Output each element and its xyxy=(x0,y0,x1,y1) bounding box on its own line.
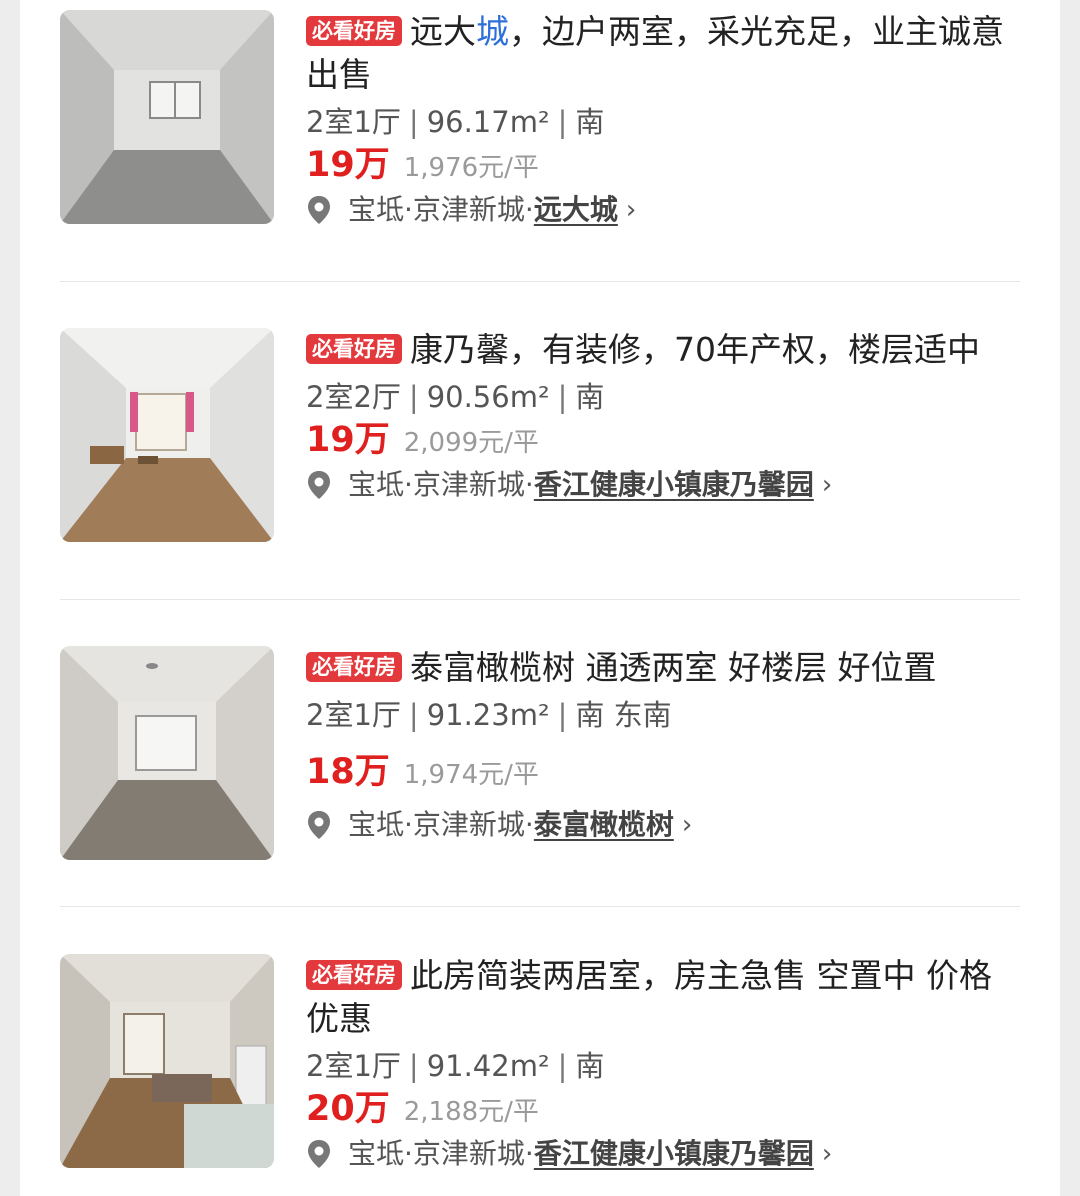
location-link[interactable]: 宝坻·京津新城· 香江健康小镇康乃馨园 › xyxy=(306,1132,1022,1176)
listing-title[interactable]: 必看好房 远大城，边户两室，采光充足，业主诚意出售 xyxy=(306,10,1022,96)
unit-price: 1,976元/平 xyxy=(403,153,539,183)
location-pin-icon xyxy=(308,811,330,839)
price-line: 19万 1,976元/平 xyxy=(306,142,1022,188)
listing-title[interactable]: 必看好房 康乃馨，有装修，70年产权，楼层适中 xyxy=(306,328,1022,371)
community-name[interactable]: 香江健康小镇康乃馨园 xyxy=(534,1132,814,1176)
total-price: 19万 xyxy=(306,145,390,185)
listing-card[interactable]: 必看好房 此房简装两居室，房主急售 空置中 价格优惠 2室1厅 | 91.42m² | 南… xyxy=(60,954,1020,1184)
listing-card[interactable]: 必看好房 远大城，边户两室，采光充足，业主诚意出售 2室1厅 | 96.17m² | 南 … xyxy=(60,10,1020,240)
unit-price: 2,099元/平 xyxy=(403,428,539,458)
must-see-badge: 必看好房 xyxy=(306,16,402,46)
divider xyxy=(60,599,1020,600)
listing-specs: 2室1厅 | 96.17m² | 南 xyxy=(306,105,605,139)
unit-price: 2,188元/平 xyxy=(403,1097,539,1127)
must-see-badge: 必看好房 xyxy=(306,960,402,990)
total-price: 18万 xyxy=(306,752,390,792)
listing-card[interactable]: 必看好房 泰富橄榄树 通透两室 好楼层 好位置 2室1厅 | 91.23m² | 南 东南… xyxy=(60,646,1020,866)
chevron-right-icon: › xyxy=(821,1139,833,1169)
listing-panel: 必看好房 远大城，边户两室，采光充足，业主诚意出售 2室1厅 | 96.17m² | 南 … xyxy=(20,0,1060,1196)
price-line: 20万 2,188元/平 xyxy=(306,1086,1022,1132)
listing-photo[interactable] xyxy=(60,646,274,860)
must-see-badge: 必看好房 xyxy=(306,652,402,682)
listing-photo[interactable] xyxy=(60,10,274,224)
location-link[interactable]: 宝坻·京津新城· 香江健康小镇康乃馨园 › xyxy=(306,463,1022,507)
price-line: 18万 1,974元/平 xyxy=(306,749,1022,795)
listing-photo[interactable] xyxy=(60,954,274,1168)
chevron-right-icon: › xyxy=(625,195,637,225)
location-pin-icon xyxy=(308,471,330,499)
location-pin-icon xyxy=(308,196,330,224)
location-link[interactable]: 宝坻·京津新城· 远大城 › xyxy=(306,188,1022,232)
location-pin-icon xyxy=(308,1140,330,1168)
total-price: 19万 xyxy=(306,420,390,460)
location-link[interactable]: 宝坻·京津新城· 泰富橄榄树 › xyxy=(306,803,1022,847)
total-price: 20万 xyxy=(306,1089,390,1129)
unit-price: 1,974元/平 xyxy=(403,760,539,790)
must-see-badge: 必看好房 xyxy=(306,334,402,364)
listing-title[interactable]: 必看好房 此房简装两居室，房主急售 空置中 价格优惠 xyxy=(306,954,1022,1040)
community-name[interactable]: 香江健康小镇康乃馨园 xyxy=(534,463,814,507)
chevron-right-icon: › xyxy=(821,470,833,500)
chevron-right-icon: › xyxy=(681,810,693,840)
listing-specs: 2室1厅 | 91.23m² | 南 东南 xyxy=(306,698,672,732)
listing-title[interactable]: 必看好房 泰富橄榄树 通透两室 好楼层 好位置 xyxy=(306,646,1022,689)
listing-specs: 2室2厅 | 90.56m² | 南 xyxy=(306,380,605,414)
listing-photo[interactable] xyxy=(60,328,274,542)
community-name[interactable]: 泰富橄榄树 xyxy=(534,803,674,847)
listing-card[interactable]: 必看好房 康乃馨，有装修，70年产权，楼层适中 2室2厅 | 90.56m² | 南 19… xyxy=(60,328,1020,558)
price-line: 19万 2,099元/平 xyxy=(306,417,1022,463)
divider xyxy=(60,906,1020,907)
divider xyxy=(60,281,1020,282)
listing-specs: 2室1厅 | 91.42m² | 南 xyxy=(306,1049,605,1083)
community-name[interactable]: 远大城 xyxy=(534,188,618,232)
